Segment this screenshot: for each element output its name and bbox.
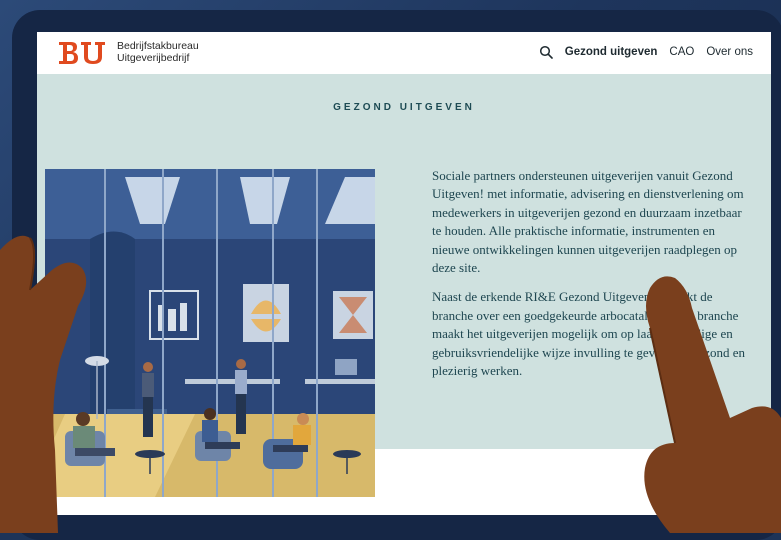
brand-line-2: Uitgeverijbedrijf — [117, 52, 190, 64]
main-nav: Gezond uitgeven CAO Over ons — [539, 45, 753, 59]
intro-paragraph: Sociale partners ondersteunen uitgeverij… — [432, 168, 744, 276]
site-header: Bedrijfstakbureau Uitgeverijbedrijf Gezo… — [37, 32, 771, 75]
nav-item-over-ons[interactable]: Over ons — [706, 46, 753, 58]
right-hand — [644, 276, 781, 533]
bu-logo[interactable] — [57, 39, 107, 67]
nav-item-gezond-uitgeven[interactable]: Gezond uitgeven — [565, 46, 658, 58]
nav-item-cao[interactable]: CAO — [669, 46, 694, 58]
brand-line-1: Bedrijfstakbureau — [117, 40, 199, 52]
section-kicker: GEZOND UITGEVEN — [333, 102, 475, 113]
left-hand — [0, 235, 87, 533]
search-icon[interactable] — [539, 45, 553, 59]
brand-name[interactable]: Bedrijfstakbureau Uitgeverijbedrijf — [117, 40, 199, 64]
